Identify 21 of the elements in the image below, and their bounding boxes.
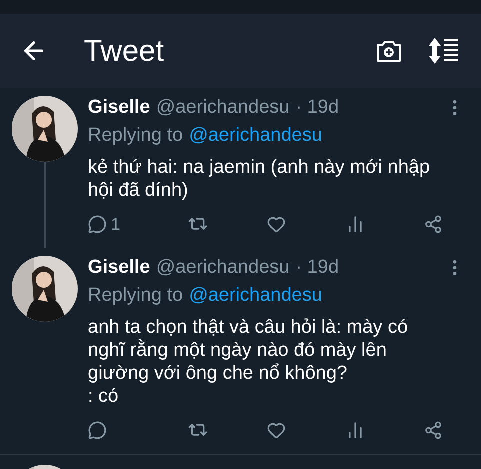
tweet-time: · 19d bbox=[296, 96, 340, 120]
like-icon[interactable] bbox=[267, 214, 286, 234]
share-icon[interactable] bbox=[424, 214, 443, 234]
user-name: Giselle bbox=[88, 96, 150, 120]
replying-label: Replying to bbox=[88, 124, 184, 148]
reply-count: 1 bbox=[111, 216, 120, 232]
reply-icon[interactable] bbox=[88, 214, 107, 234]
mention-link[interactable]: @aerichandesu bbox=[189, 284, 322, 308]
share-icon[interactable] bbox=[424, 420, 443, 440]
page-title: Tweet bbox=[84, 34, 166, 70]
sort-icon[interactable] bbox=[429, 38, 461, 64]
reply-icon[interactable] bbox=[88, 420, 107, 440]
user-handle: @aerichandesu bbox=[156, 96, 290, 120]
user-name: Giselle bbox=[88, 256, 150, 280]
like-icon[interactable] bbox=[267, 420, 286, 440]
user-handle: @aerichandesu bbox=[156, 256, 290, 280]
replying-label: Replying to bbox=[88, 284, 184, 308]
tweet-time: · 19d bbox=[296, 256, 340, 280]
tweet-text: kẻ thứ hai: na jaemin (anh này mới nhập hội đã dính) bbox=[88, 156, 432, 202]
mention-link[interactable]: @aerichandesu bbox=[189, 124, 322, 148]
tweet-text: anh ta chọn thật và câu hỏi là: mày có nghĩ rằng một ngày nào đó mày lên giường với ông che nổ không? : có bbox=[88, 316, 410, 408]
